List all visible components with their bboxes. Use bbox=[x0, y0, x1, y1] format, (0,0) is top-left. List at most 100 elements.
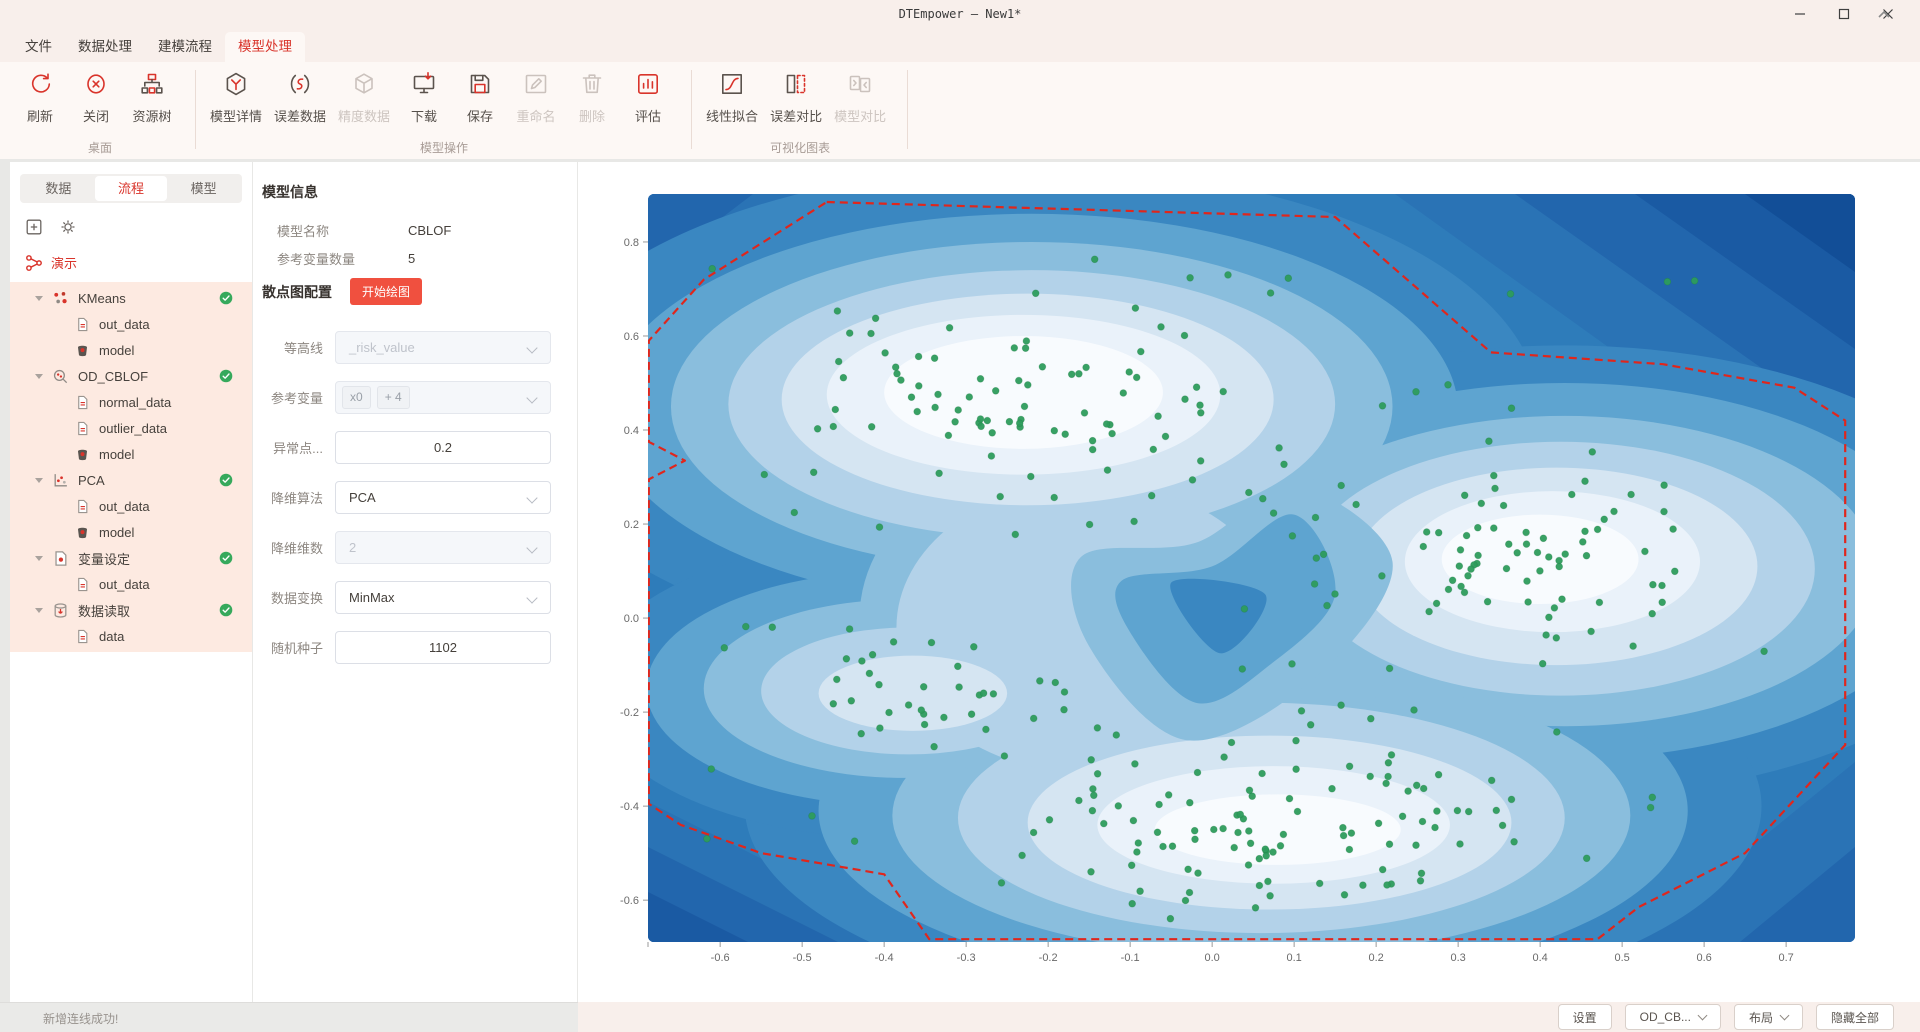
tree-node-OD_CBLOF[interactable]: OD_CBLOF bbox=[10, 363, 252, 389]
select-value: _risk_value bbox=[349, 340, 415, 355]
download-monitor-button[interactable]: 下载 bbox=[396, 66, 452, 125]
number-input-7[interactable]: 1102 bbox=[335, 631, 551, 664]
sidebar-tab-流程[interactable]: 流程 bbox=[94, 176, 168, 201]
success-check-icon bbox=[219, 291, 233, 305]
tag: + 4 bbox=[376, 386, 410, 409]
tree-leaf-normal_data[interactable]: normal_data bbox=[10, 389, 252, 415]
tree-leaf-outlier_data[interactable]: outlier_data bbox=[10, 415, 252, 441]
number-input-3[interactable]: 0.2 bbox=[335, 431, 551, 464]
refresh-icon bbox=[31, 73, 51, 93]
error-compare-button[interactable]: 误差对比 bbox=[764, 66, 828, 125]
tree-leaf-model[interactable]: model bbox=[10, 519, 252, 545]
select-value: 2 bbox=[349, 540, 357, 555]
menu-tab-4[interactable]: 模型处理 bbox=[225, 32, 305, 62]
svg-text:0.0: 0.0 bbox=[1204, 952, 1219, 964]
field-row-1: 等高线 _risk_value bbox=[253, 330, 553, 365]
tree-node-PCA[interactable]: PCA bbox=[10, 467, 252, 493]
tree-node-KMeans[interactable]: KMeans bbox=[10, 285, 252, 311]
footer-button-2[interactable]: OD_CB... bbox=[1624, 1004, 1721, 1030]
settings-button[interactable] bbox=[59, 218, 77, 236]
add-node-button[interactable] bbox=[25, 218, 43, 236]
svg-text:-0.3: -0.3 bbox=[957, 952, 976, 964]
tree-leaf-label: normal_data bbox=[99, 394, 172, 410]
tree-leaf-out_data[interactable]: out_data bbox=[10, 493, 252, 519]
tree-leaf-model[interactable]: model bbox=[10, 337, 252, 363]
sidebar-tab-数据[interactable]: 数据 bbox=[22, 176, 95, 201]
bar-chart-button[interactable]: 评估 bbox=[620, 66, 676, 125]
app-window: DTEmpower — New1* 文件 数据处理 建模流程 模型处理 刷新 关闭 资源树… bbox=[0, 0, 1920, 1032]
data-file-icon bbox=[78, 577, 88, 591]
tree-node-数据读取[interactable]: 数据读取 bbox=[10, 597, 252, 623]
status-message: 新增连线成功! bbox=[43, 1012, 119, 1026]
select-6[interactable]: MinMax bbox=[335, 581, 551, 614]
ribbon-group-label: 桌面 bbox=[87, 141, 112, 155]
close-circle-button[interactable]: 关闭 bbox=[68, 66, 124, 125]
var-set-icon bbox=[55, 550, 67, 566]
start-plot-button[interactable]: 开始绘图 bbox=[350, 278, 422, 305]
cube-icon bbox=[355, 73, 373, 94]
model-compare-button: 模型对比 bbox=[828, 66, 892, 125]
caret-down-icon[interactable] bbox=[35, 373, 43, 379]
fit-curve-button[interactable]: 线性拟合 bbox=[700, 66, 764, 125]
ribbon-button-label: 资源树 bbox=[132, 109, 172, 124]
ribbon-group-label: 模型操作 bbox=[420, 141, 469, 155]
ribbon-button-label: 模型对比 bbox=[834, 109, 887, 124]
menu-tab-1[interactable]: 文件 bbox=[12, 32, 65, 62]
svg-text:-0.4: -0.4 bbox=[875, 952, 894, 964]
maximize-icon bbox=[1838, 8, 1850, 20]
section-title: 散点图配置 bbox=[262, 283, 332, 300]
caret-down-icon[interactable] bbox=[35, 607, 43, 613]
chevron-down-icon bbox=[526, 392, 538, 404]
tree-leaf-out_data[interactable]: out_data bbox=[10, 311, 252, 337]
caret-down-icon[interactable] bbox=[35, 555, 43, 561]
chevron-down-icon bbox=[526, 542, 538, 554]
maximize-button[interactable] bbox=[1822, 2, 1866, 26]
sidebar-tab-模型[interactable]: 模型 bbox=[167, 176, 240, 201]
footer-button-3[interactable]: 布局 bbox=[1733, 1004, 1803, 1030]
refresh-button[interactable]: 刷新 bbox=[12, 66, 68, 125]
contour-scatter-plot: -0.6 -0.5 -0.4 -0.3 -0.2 -0.1 0.0 0.1 0.2 0.3 0.4 0… bbox=[620, 194, 1855, 964]
flow-demo-item[interactable]: 演示 bbox=[25, 253, 252, 272]
svg-text:0.4: 0.4 bbox=[624, 425, 639, 437]
resource-tree-button[interactable]: 资源树 bbox=[124, 66, 180, 125]
minimize-icon bbox=[1795, 13, 1805, 15]
footer-button-4[interactable]: 隐藏全部 bbox=[1815, 1004, 1894, 1030]
chart-panel: -0.6 -0.5 -0.4 -0.3 -0.2 -0.1 0.0 0.1 0.2 0.3 0.4 0… bbox=[578, 162, 1920, 1002]
ribbon-button-label: 关闭 bbox=[82, 109, 109, 124]
select-4[interactable]: PCA bbox=[335, 481, 551, 514]
save-button[interactable]: 保存 bbox=[452, 66, 508, 125]
error-data-button[interactable]: 误差数据 bbox=[268, 66, 332, 125]
od-cblof-icon bbox=[53, 369, 68, 383]
tree-leaf-out_data[interactable]: out_data bbox=[10, 571, 252, 597]
bar-chart-icon bbox=[638, 73, 659, 94]
input-value: 0.2 bbox=[433, 440, 453, 455]
tree-leaf-label: out_data bbox=[99, 576, 150, 592]
hexagon-y-icon bbox=[226, 72, 246, 96]
tree-leaf-label: model bbox=[99, 342, 135, 358]
menu-tab-2[interactable]: 数据处理 bbox=[65, 32, 145, 62]
caret-down-icon[interactable] bbox=[35, 477, 43, 483]
svg-text:0.2: 0.2 bbox=[624, 519, 639, 531]
tree-leaf-data[interactable]: data bbox=[10, 623, 252, 649]
footer-button-1[interactable]: 设置 bbox=[1557, 1004, 1612, 1030]
tag: x0 bbox=[342, 386, 371, 409]
info-value: 5 bbox=[408, 250, 416, 266]
collapse-ribbon-button[interactable] bbox=[1876, 8, 1896, 24]
svg-text:-0.2: -0.2 bbox=[620, 707, 639, 719]
caret-down-icon[interactable] bbox=[35, 295, 43, 301]
sidebar-tabs: 数据 流程 模型 bbox=[20, 174, 242, 203]
tree-node-变量设定[interactable]: 变量设定 bbox=[10, 545, 252, 571]
tree-node-label: OD_CBLOF bbox=[78, 368, 149, 384]
gear-icon bbox=[61, 220, 75, 234]
svg-text:0.1: 0.1 bbox=[1286, 952, 1301, 964]
minimize-button[interactable] bbox=[1778, 2, 1822, 26]
menu-tab-3[interactable]: 建模流程 bbox=[145, 32, 225, 62]
model-compare-icon bbox=[849, 75, 871, 93]
hexagon-y-button[interactable]: 模型详情 bbox=[204, 66, 268, 125]
field-label: 降维算法 bbox=[270, 491, 323, 506]
field-row-6: 数据变换 MinMax bbox=[253, 580, 553, 615]
tree-node-label: PCA bbox=[78, 472, 105, 488]
tree-leaf-model[interactable]: model bbox=[10, 441, 252, 467]
model-file-icon bbox=[78, 527, 87, 538]
svg-text:0.6: 0.6 bbox=[1696, 952, 1711, 964]
